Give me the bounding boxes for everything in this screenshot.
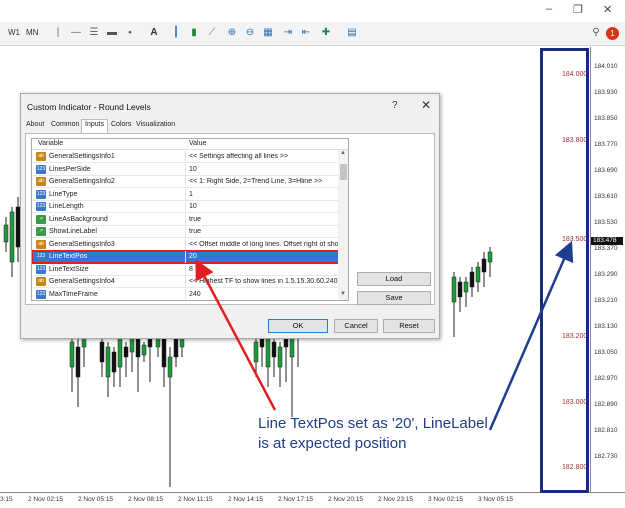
blue-annotation-arrow	[488, 240, 574, 431]
annotation-line-2: is at expected position	[258, 435, 407, 452]
annotation-text: Line TextPos set as '20', LineLabel is a…	[258, 414, 488, 454]
red-annotation-arrow	[195, 259, 277, 411]
annotation-line-1: Line TextPos set as '20', LineLabel	[258, 415, 488, 432]
